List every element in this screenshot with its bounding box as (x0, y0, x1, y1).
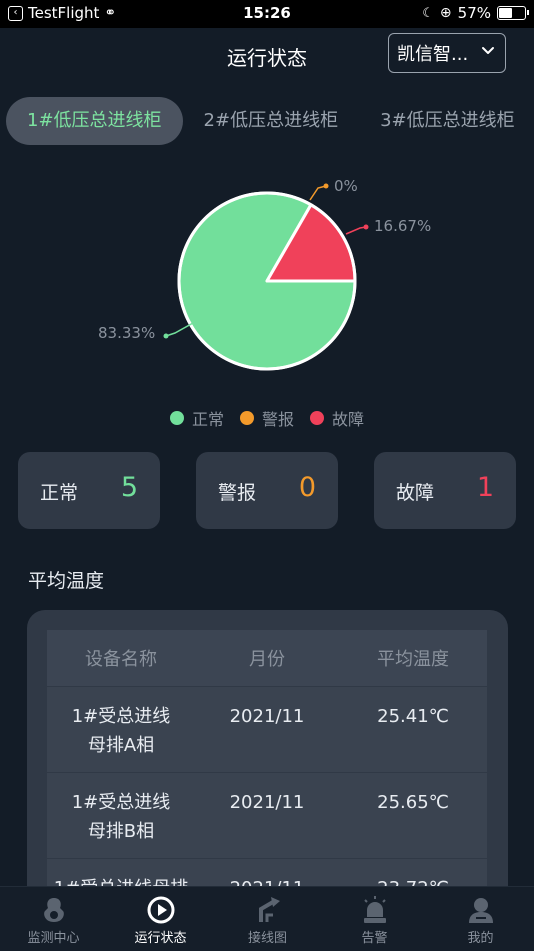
tabbar-item-monitor[interactable]: 监测中心 (0, 887, 107, 951)
site-selector-value: 凯信智... (397, 44, 469, 65)
cabinet-tabs: 1#低压总进线柜 2#低压总进线柜 3#低压总进线柜 (6, 97, 534, 145)
legend-label-fault: 故障 (332, 410, 365, 429)
stat-value-normal: 5 (120, 472, 138, 503)
pie-label-fault: 16.67% (374, 217, 432, 235)
bottom-tab-bar: 监测中心 运行状态 接线图 告警 我的 (0, 886, 534, 951)
pie-label-warning: 0% (334, 177, 358, 195)
legend-label-normal: 正常 (191, 410, 224, 429)
leader-line-fault (345, 226, 367, 235)
site-selector[interactable]: 凯信智... (388, 33, 506, 73)
status-indicators: ☾ ⊕ 57% (422, 4, 529, 22)
status-bar: ‹ TestFlight ⚭ 15:26 ☾ ⊕ 57% (0, 0, 534, 28)
tabbar-label-monitor: 监测中心 (27, 931, 80, 946)
monitor-icon (43, 898, 64, 922)
tab-cabinet-2[interactable]: 2#低压总进线柜 (183, 97, 360, 145)
user-icon (468, 898, 493, 923)
cell-device: 1#受总进线母排A相 (71, 706, 171, 756)
stat-value-fault: 1 (476, 472, 494, 503)
stat-card-normal[interactable]: 正常 5 (18, 452, 160, 529)
cell-avg-temp: 25.65℃ (377, 792, 449, 813)
legend-label-warning: 警报 (261, 410, 294, 429)
leader-line-fault-dot (363, 224, 369, 230)
play-status-icon (147, 896, 174, 924)
legend-dot-normal (169, 411, 184, 425)
cell-month: 2021/11 (229, 706, 305, 727)
battery-icon (497, 6, 529, 20)
cell-month: 2021/11 (229, 792, 305, 813)
cell-device: 1#受总进线母排B相 (71, 792, 171, 842)
leader-line-normal-dot (163, 333, 169, 339)
tab-cabinet-1[interactable]: 1#低压总进线柜 (6, 97, 183, 145)
legend-dot-fault (310, 411, 324, 425)
table-header: 设备名称 月份 平均温度 (47, 630, 487, 686)
stat-label-fault: 故障 (396, 482, 435, 504)
tabbar-label-wiring: 接线图 (247, 931, 287, 946)
rotation-lock-icon: ⊕ (439, 5, 452, 21)
legend-dot-warning (239, 411, 254, 425)
stat-label-normal: 正常 (40, 482, 79, 504)
column-header-avg-temp: 平均温度 (377, 649, 449, 670)
cell-avg-temp: 25.41℃ (377, 706, 449, 727)
chevron-down-icon (482, 47, 494, 54)
tab-cabinet-3[interactable]: 3#低压总进线柜 (359, 97, 534, 145)
tabbar-label-status: 运行状态 (134, 931, 187, 946)
column-header-month: 月份 (249, 649, 285, 670)
tabbar-label-profile: 我的 (467, 931, 494, 946)
tabbar-label-alarm: 告警 (361, 931, 388, 946)
tabbar-item-status[interactable]: 运行状态 (107, 887, 214, 951)
table-row[interactable]: 1#受总进线母排A相 2021/11 25.41℃ (47, 686, 487, 772)
tabbar-item-alarm[interactable]: 告警 (321, 887, 428, 951)
legend-item-normal[interactable]: 正常 (169, 406, 224, 430)
stat-card-fault[interactable]: 故障 1 (374, 452, 516, 529)
pie-label-normal: 83.33% (98, 324, 156, 342)
stat-card-warning[interactable]: 警报 0 (196, 452, 338, 529)
nav-header: 运行状态 凯信智... (0, 28, 534, 82)
column-header-device: 设备名称 (85, 649, 157, 670)
leader-line-normal (165, 322, 194, 337)
stat-label-warning: 警报 (218, 482, 257, 504)
tabbar-item-wiring[interactable]: 接线图 (214, 887, 321, 951)
wiring-icon (258, 897, 280, 922)
legend-item-fault[interactable]: 故障 (310, 406, 364, 430)
section-title-avg-temp: 平均温度 (28, 570, 105, 592)
legend-item-warning[interactable]: 警报 (239, 406, 294, 430)
avg-temp-table-card: 设备名称 月份 平均温度 1#受总进线母排A相 2021/11 25.41℃ 1… (27, 610, 508, 910)
leader-line-warning (309, 185, 327, 201)
battery-percent: 57% (457, 4, 491, 22)
chart-legend: 正常 警报 故障 (0, 406, 534, 430)
alarm-icon (363, 896, 386, 923)
leader-line-warning-dot (323, 183, 329, 189)
table-row[interactable]: 1#受总进线母排B相 2021/11 25.65℃ (47, 772, 487, 858)
avg-temp-table: 设备名称 月份 平均温度 1#受总进线母排A相 2021/11 25.41℃ 1… (47, 630, 487, 910)
moon-icon: ☾ (422, 5, 434, 21)
tabbar-item-profile[interactable]: 我的 (427, 887, 534, 951)
stat-value-warning: 0 (298, 472, 316, 503)
status-pie-chart: 83.33% 0% 16.67% (0, 160, 534, 400)
